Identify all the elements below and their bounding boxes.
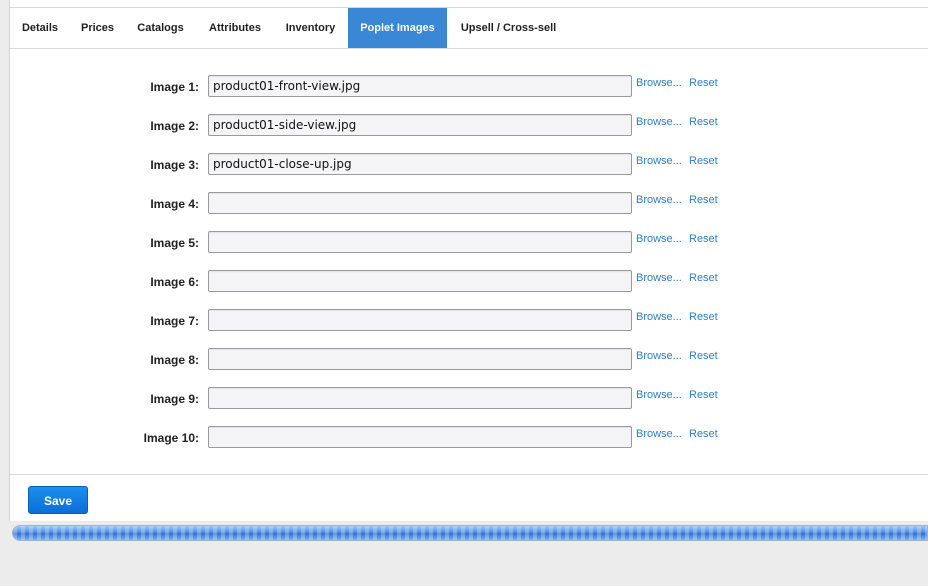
reset-link-4[interactable]: Reset: [689, 194, 718, 206]
tab-inventory[interactable]: Inventory: [274, 8, 347, 48]
image-label-2: Image 2:: [150, 119, 199, 133]
image-label-9: Image 9:: [150, 392, 199, 406]
tab-poplet-images[interactable]: Poplet Images: [348, 8, 447, 48]
image-label-6: Image 6:: [150, 275, 199, 289]
reset-link-10[interactable]: Reset: [689, 428, 718, 440]
image-row-10: Image 10: Browse... Reset: [10, 426, 928, 452]
image-field-9[interactable]: [208, 387, 632, 409]
image-field-7[interactable]: [208, 309, 632, 331]
tab-prices[interactable]: Prices: [70, 8, 125, 48]
image-field-1[interactable]: [208, 75, 632, 97]
browse-link-8[interactable]: Browse...: [636, 350, 682, 362]
reset-link-2[interactable]: Reset: [689, 116, 718, 128]
browse-link-7[interactable]: Browse...: [636, 311, 682, 323]
reset-link-7[interactable]: Reset: [689, 311, 718, 323]
reset-link-1[interactable]: Reset: [689, 77, 718, 89]
bottom-background: [0, 541, 928, 586]
reset-link-6[interactable]: Reset: [689, 272, 718, 284]
image-field-5[interactable]: [208, 231, 632, 253]
product-editor-panel: Details Prices Catalogs Attributes Inven…: [9, 0, 928, 521]
image-field-6[interactable]: [208, 270, 632, 292]
tab-upsell-cross-sell[interactable]: Upsell / Cross-sell: [447, 8, 570, 48]
browse-link-5[interactable]: Browse...: [636, 233, 682, 245]
image-row-3: Image 3: Browse... Reset: [10, 153, 928, 179]
tab-catalogs[interactable]: Catalogs: [125, 8, 196, 48]
image-field-4[interactable]: [208, 192, 632, 214]
image-field-10[interactable]: [208, 426, 632, 448]
browse-link-9[interactable]: Browse...: [636, 389, 682, 401]
browse-link-6[interactable]: Browse...: [636, 272, 682, 284]
browse-link-10[interactable]: Browse...: [636, 428, 682, 440]
tab-bar: Details Prices Catalogs Attributes Inven…: [10, 8, 928, 49]
save-button[interactable]: Save: [28, 486, 88, 514]
browse-link-2[interactable]: Browse...: [636, 116, 682, 128]
reset-link-3[interactable]: Reset: [689, 155, 718, 167]
image-label-5: Image 5:: [150, 236, 199, 250]
browse-link-4[interactable]: Browse...: [636, 194, 682, 206]
browse-link-1[interactable]: Browse...: [636, 77, 682, 89]
image-field-2[interactable]: [208, 114, 632, 136]
image-label-4: Image 4:: [150, 197, 199, 211]
progress-fill: [13, 526, 927, 540]
tab-details[interactable]: Details: [10, 8, 70, 48]
image-row-6: Image 6: Browse... Reset: [10, 270, 928, 296]
footer-divider: [10, 474, 928, 475]
image-field-3[interactable]: [208, 153, 632, 175]
reset-link-5[interactable]: Reset: [689, 233, 718, 245]
image-row-4: Image 4: Browse... Reset: [10, 192, 928, 218]
browse-link-3[interactable]: Browse...: [636, 155, 682, 167]
image-label-10: Image 10:: [143, 431, 199, 445]
image-label-1: Image 1:: [150, 80, 199, 94]
reset-link-8[interactable]: Reset: [689, 350, 718, 362]
image-row-8: Image 8: Browse... Reset: [10, 348, 928, 374]
progress-bar: [12, 525, 928, 541]
image-row-9: Image 9: Browse... Reset: [10, 387, 928, 413]
image-label-7: Image 7:: [150, 314, 199, 328]
image-field-8[interactable]: [208, 348, 632, 370]
image-label-8: Image 8:: [150, 353, 199, 367]
tab-attributes[interactable]: Attributes: [196, 8, 274, 48]
image-row-2: Image 2: Browse... Reset: [10, 114, 928, 140]
image-label-3: Image 3:: [150, 158, 199, 172]
image-row-7: Image 7: Browse... Reset: [10, 309, 928, 335]
reset-link-9[interactable]: Reset: [689, 389, 718, 401]
image-row-1: Image 1: Browse... Reset: [10, 75, 928, 101]
image-row-5: Image 5: Browse... Reset: [10, 231, 928, 257]
